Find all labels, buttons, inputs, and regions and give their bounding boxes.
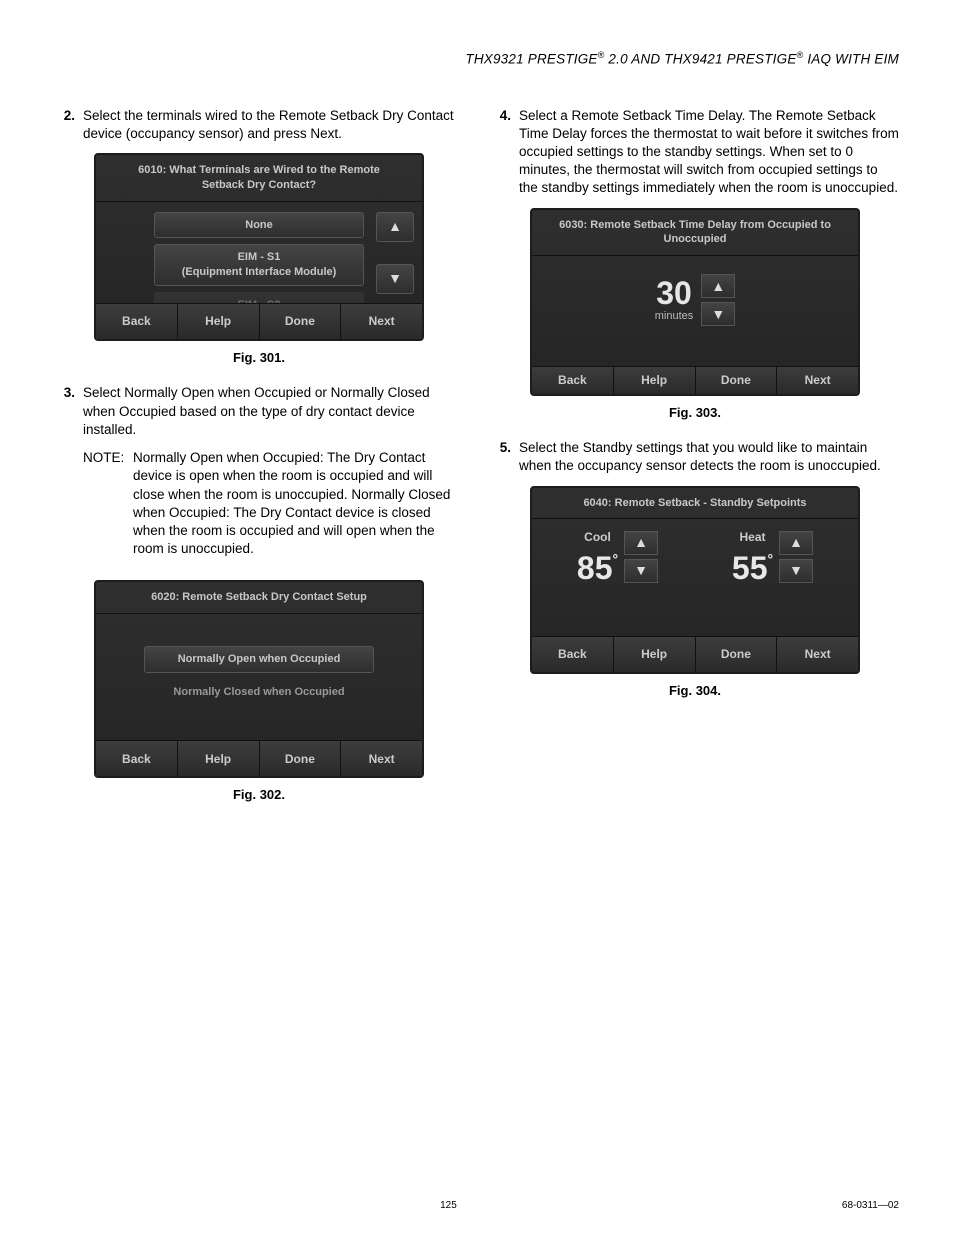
fig-303-content: 30 minutes ▲ ▼ bbox=[532, 256, 858, 366]
done-button[interactable]: Done bbox=[260, 304, 342, 339]
setpoints: Cool 85° ▲ ▼ Heat 55° bbox=[532, 519, 858, 597]
arrow-down-icon[interactable]: ▼ bbox=[624, 559, 658, 583]
step-2-marker: 2. bbox=[55, 107, 83, 143]
fig-302-content: Normally Open when Occupied Normally Clo… bbox=[96, 614, 422, 740]
step-4: 4. Select a Remote Setback Time Delay. T… bbox=[491, 107, 899, 198]
step-3-text: Select Normally Open when Occupied or No… bbox=[83, 384, 463, 439]
help-button[interactable]: Help bbox=[178, 304, 260, 339]
option-normally-closed[interactable]: Normally Closed when Occupied bbox=[144, 679, 374, 706]
fig-302-caption: Fig. 302. bbox=[55, 786, 463, 804]
degree-icon: ° bbox=[612, 551, 618, 567]
done-button[interactable]: Done bbox=[696, 637, 778, 672]
fig-301-screen: 6010: What Terminals are Wired to the Re… bbox=[94, 153, 424, 341]
header-tail: IAQ WITH EIM bbox=[803, 52, 899, 67]
time-delay-readout: 30 minutes bbox=[655, 277, 694, 324]
fig-301-title: 6010: What Terminals are Wired to the Re… bbox=[96, 155, 422, 202]
cool-label: Cool bbox=[577, 529, 618, 545]
step-5-text: Select the Standby settings that you wou… bbox=[519, 439, 899, 475]
arrow-down-icon[interactable]: ▼ bbox=[779, 559, 813, 583]
fig-304-caption: Fig. 304. bbox=[491, 682, 899, 700]
back-button[interactable]: Back bbox=[96, 741, 178, 776]
scroll-arrows: ▲ ▼ bbox=[376, 212, 414, 294]
doc-number: 68-0311—02 bbox=[842, 1200, 899, 1211]
next-button[interactable]: Next bbox=[777, 367, 858, 393]
fig-304-title: 6040: Remote Setback - Standby Setpoints bbox=[532, 488, 858, 520]
time-delay-value: 30 bbox=[655, 277, 694, 309]
header-mid: 2.0 AND THX9421 PRESTIGE bbox=[604, 52, 796, 67]
arrow-down-icon[interactable]: ▼ bbox=[701, 302, 735, 326]
header-model1: THX9321 PRESTIGE bbox=[465, 52, 597, 67]
cool-arrows: ▲ ▼ bbox=[624, 531, 658, 583]
next-button[interactable]: Next bbox=[341, 304, 422, 339]
heat-value: 55° bbox=[732, 552, 773, 584]
note-label: NOTE: bbox=[83, 449, 133, 558]
option-normally-open[interactable]: Normally Open when Occupied bbox=[144, 646, 374, 673]
step-5: 5. Select the Standby settings that you … bbox=[491, 439, 899, 475]
step-3: 3. Select Normally Open when Occupied or… bbox=[55, 384, 463, 439]
back-button[interactable]: Back bbox=[96, 304, 178, 339]
back-button[interactable]: Back bbox=[532, 637, 614, 672]
step-4-text: Select a Remote Setback Time Delay. The … bbox=[519, 107, 899, 198]
page: THX9321 PRESTIGE® 2.0 AND THX9421 PRESTI… bbox=[0, 0, 954, 852]
fig-301-content: None EIM - S1 (Equipment Interface Modul… bbox=[96, 202, 422, 303]
cool-value: 85° bbox=[577, 552, 618, 584]
columns: 2. Select the terminals wired to the Rem… bbox=[55, 107, 899, 823]
next-button[interactable]: Next bbox=[777, 637, 858, 672]
arrow-up-icon[interactable]: ▲ bbox=[376, 212, 414, 242]
fig-302-footbar: Back Help Done Next bbox=[96, 740, 422, 776]
note-text: Normally Open when Occupied: The Dry Con… bbox=[133, 449, 463, 558]
step-5-marker: 5. bbox=[491, 439, 519, 475]
help-button[interactable]: Help bbox=[178, 741, 260, 776]
fig-303-screen: 6030: Remote Setback Time Delay from Occ… bbox=[530, 208, 860, 396]
arrow-up-icon[interactable]: ▲ bbox=[701, 274, 735, 298]
arrow-up-icon[interactable]: ▲ bbox=[779, 531, 813, 555]
fig-304-footbar: Back Help Done Next bbox=[532, 636, 858, 672]
fig-304-screen: 6040: Remote Setback - Standby Setpoints… bbox=[530, 486, 860, 674]
cool-setpoint: Cool 85° ▲ ▼ bbox=[577, 529, 658, 583]
option-eim-s2[interactable]: EIM - S2 (Equipment Interface Module) bbox=[154, 292, 364, 303]
fig-304-content: Cool 85° ▲ ▼ Heat 55° bbox=[532, 519, 858, 635]
cool-number: 85 bbox=[577, 550, 613, 586]
back-button[interactable]: Back bbox=[532, 367, 614, 393]
help-button[interactable]: Help bbox=[614, 367, 696, 393]
footer: 125 68-0311—02 bbox=[0, 1200, 954, 1211]
step-3-marker: 3. bbox=[55, 384, 83, 439]
fig-303-caption: Fig. 303. bbox=[491, 404, 899, 422]
done-button[interactable]: Done bbox=[260, 741, 342, 776]
fig-302-title: 6020: Remote Setback Dry Contact Setup bbox=[96, 582, 422, 614]
option-eim-s2-line1: EIM - S2 bbox=[159, 298, 359, 303]
step-2: 2. Select the terminals wired to the Rem… bbox=[55, 107, 463, 143]
note: NOTE: Normally Open when Occupied: The D… bbox=[83, 449, 463, 558]
fig-303-footbar: Back Help Done Next bbox=[532, 366, 858, 393]
option-eim-s1-line1: EIM - S1 bbox=[159, 250, 359, 265]
fig-303-title: 6030: Remote Setback Time Delay from Occ… bbox=[532, 210, 858, 257]
left-column: 2. Select the terminals wired to the Rem… bbox=[55, 107, 463, 823]
heat-label: Heat bbox=[732, 529, 773, 545]
next-button[interactable]: Next bbox=[341, 741, 422, 776]
heat-number: 55 bbox=[732, 550, 768, 586]
fig-302-screen: 6020: Remote Setback Dry Contact Setup N… bbox=[94, 580, 424, 778]
option-eim-s1[interactable]: EIM - S1 (Equipment Interface Module) bbox=[154, 244, 364, 286]
option-none[interactable]: None bbox=[154, 212, 364, 239]
step-2-text: Select the terminals wired to the Remote… bbox=[83, 107, 463, 143]
arrow-up-icon[interactable]: ▲ bbox=[624, 531, 658, 555]
heat-setpoint: Heat 55° ▲ ▼ bbox=[732, 529, 813, 583]
heat-arrows: ▲ ▼ bbox=[779, 531, 813, 583]
time-delay-unit: minutes bbox=[655, 309, 694, 324]
time-delay-control: 30 minutes ▲ ▼ bbox=[532, 256, 858, 344]
done-button[interactable]: Done bbox=[696, 367, 778, 393]
fig-301-footbar: Back Help Done Next bbox=[96, 303, 422, 339]
arrow-down-icon[interactable]: ▼ bbox=[376, 264, 414, 294]
right-column: 4. Select a Remote Setback Time Delay. T… bbox=[491, 107, 899, 823]
option-eim-s1-line2: (Equipment Interface Module) bbox=[159, 265, 359, 280]
running-header: THX9321 PRESTIGE® 2.0 AND THX9421 PRESTI… bbox=[55, 50, 899, 67]
step-4-marker: 4. bbox=[491, 107, 519, 198]
fig-301-caption: Fig. 301. bbox=[55, 349, 463, 367]
help-button[interactable]: Help bbox=[614, 637, 696, 672]
time-delay-arrows: ▲ ▼ bbox=[701, 274, 735, 326]
page-number: 125 bbox=[55, 1200, 842, 1211]
degree-icon: ° bbox=[767, 551, 773, 567]
